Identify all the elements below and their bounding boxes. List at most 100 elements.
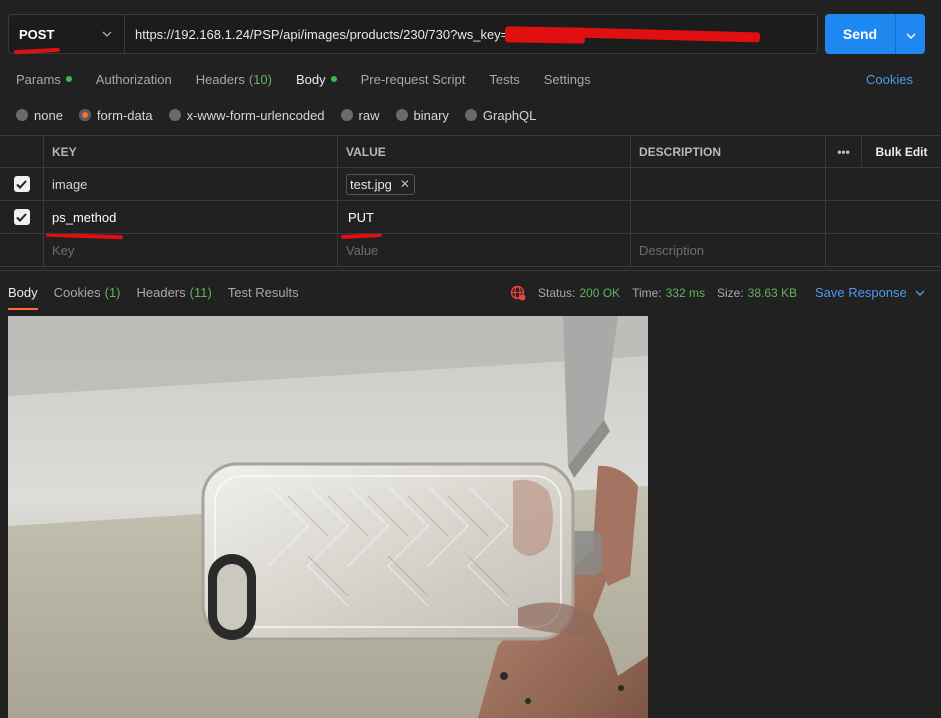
cookies-link[interactable]: Cookies xyxy=(866,72,913,87)
body-type-selector: none form-data x-www-form-urlencoded raw… xyxy=(0,104,552,126)
key-placeholder: Key xyxy=(52,242,75,258)
phone-case-photo xyxy=(8,316,648,718)
url-text: https://192.168.1.24/PSP/api/images/prod… xyxy=(135,26,520,42)
chevron-down-icon xyxy=(915,290,925,296)
radio-urlencoded[interactable]: x-www-form-urlencoded xyxy=(168,107,325,123)
radio-none[interactable]: none xyxy=(16,108,63,123)
radio-form-data-label: form-data xyxy=(96,107,153,123)
description-field[interactable] xyxy=(631,201,826,233)
radio-circle xyxy=(16,109,28,121)
radio-raw[interactable]: raw xyxy=(340,107,380,123)
row-spacer xyxy=(826,201,862,233)
save-response-button[interactable]: Save Response xyxy=(815,285,925,300)
status-value[interactable]: 200 OK xyxy=(579,286,620,300)
value-field[interactable]: test.jpg ✕ xyxy=(338,168,631,200)
method-select[interactable]: POST xyxy=(9,15,125,53)
description-placeholder: Description xyxy=(639,242,705,258)
tab-tests[interactable]: Tests xyxy=(489,72,519,87)
tab-headers-count: (10) xyxy=(248,71,272,87)
checkmark-icon xyxy=(13,209,30,225)
key-field[interactable]: image xyxy=(44,168,338,200)
radio-form-data[interactable]: form-data xyxy=(78,107,153,123)
tab-prerequest-label: Pre-request Script xyxy=(360,71,466,87)
status-label: Status: xyxy=(538,286,576,300)
response-tabs: Body Cookies (1) Headers (11) Test Results xyxy=(8,285,315,310)
resp-tab-headers-count: (11) xyxy=(189,285,212,300)
checkmark-icon xyxy=(13,176,30,192)
radio-circle xyxy=(464,109,477,121)
row-spacer xyxy=(826,234,862,266)
tab-body-label: Body xyxy=(295,71,326,87)
tab-authorization-label: Authorization xyxy=(95,71,172,87)
bulk-edit-label: Bulk Edit xyxy=(875,144,928,159)
response-status-area: Status: 200 OK Time: 332 ms Size: 38.63 … xyxy=(510,285,809,301)
description-field[interactable] xyxy=(631,168,826,200)
send-button[interactable]: Send xyxy=(825,14,895,54)
header-description: DESCRIPTION xyxy=(631,136,826,167)
row-checkbox[interactable] xyxy=(0,201,44,233)
tab-headers-label: Headers xyxy=(195,71,245,87)
send-options-button[interactable] xyxy=(895,14,925,54)
resp-tab-cookies-label: Cookies xyxy=(53,285,101,300)
body-indicator-dot xyxy=(330,76,337,82)
value-input[interactable]: Value xyxy=(338,234,631,266)
url-redaction-annotation xyxy=(504,26,586,44)
resp-tab-headers-label: Headers xyxy=(136,285,186,300)
radio-binary-label: binary xyxy=(413,107,449,123)
key-text: image xyxy=(52,176,88,192)
form-data-table: KEY VALUE DESCRIPTION ••• Bulk Edit imag… xyxy=(0,135,941,267)
chevron-down-icon xyxy=(102,31,112,37)
time-value[interactable]: 332 ms xyxy=(666,286,705,300)
radio-graphql-label: GraphQL xyxy=(482,107,537,123)
tab-params[interactable]: Params xyxy=(16,72,72,87)
tab-tests-label: Tests xyxy=(489,71,520,87)
table-row-empty: Key Value Description xyxy=(0,234,941,267)
radio-circle xyxy=(340,109,353,121)
tab-headers[interactable]: Headers (10) xyxy=(196,72,272,87)
value-text: PUT xyxy=(348,209,374,225)
file-chip: test.jpg ✕ xyxy=(346,173,415,195)
resp-tab-test-results[interactable]: Test Results xyxy=(228,285,299,310)
tab-prerequest-script[interactable]: Pre-request Script xyxy=(361,72,466,87)
send-button-group: Send xyxy=(825,14,925,54)
resp-tab-body[interactable]: Body xyxy=(8,285,38,310)
value-field[interactable]: PUT xyxy=(338,201,631,233)
table-row: ps_method PUT xyxy=(0,201,941,234)
header-key: KEY xyxy=(44,136,338,167)
resp-tab-body-label: Body xyxy=(8,285,38,300)
tab-params-label: Params xyxy=(16,71,61,87)
radio-graphql[interactable]: GraphQL xyxy=(464,107,537,123)
more-dots-icon: ••• xyxy=(837,144,850,159)
tab-body[interactable]: Body xyxy=(296,72,337,87)
globe-error-icon[interactable] xyxy=(510,285,526,301)
radio-urlencoded-label: x-www-form-urlencoded xyxy=(186,107,325,123)
radio-circle-selected xyxy=(78,109,91,121)
table-row: image test.jpg ✕ xyxy=(0,168,941,201)
remove-file-icon[interactable]: ✕ xyxy=(400,177,410,191)
params-indicator-dot xyxy=(65,76,72,82)
resp-tab-cookies[interactable]: Cookies (1) xyxy=(54,285,121,310)
tab-authorization[interactable]: Authorization xyxy=(96,72,172,87)
more-options-button[interactable]: ••• xyxy=(826,136,862,167)
row-checkbox[interactable] xyxy=(0,168,44,200)
key-text: ps_method xyxy=(52,209,117,225)
value-placeholder: Value xyxy=(346,242,379,258)
radio-circle xyxy=(168,109,181,121)
file-name: test.jpg xyxy=(350,176,392,192)
tab-settings[interactable]: Settings xyxy=(544,72,591,87)
radio-circle xyxy=(395,109,408,121)
key-input[interactable]: Key xyxy=(44,234,338,266)
response-image-preview xyxy=(8,316,648,718)
resp-tab-test-results-label: Test Results xyxy=(227,285,299,300)
resp-tab-cookies-count: (1) xyxy=(104,285,121,300)
key-field[interactable]: ps_method xyxy=(44,201,338,233)
description-input[interactable]: Description xyxy=(631,234,826,266)
bulk-edit-button[interactable]: Bulk Edit xyxy=(862,136,941,167)
row-spacer xyxy=(826,168,862,200)
radio-binary[interactable]: binary xyxy=(395,107,449,123)
header-value: VALUE xyxy=(338,136,631,167)
resp-tab-headers[interactable]: Headers (11) xyxy=(137,285,212,310)
radio-raw-label: raw xyxy=(358,107,380,123)
chevron-down-icon xyxy=(906,27,916,42)
size-value[interactable]: 38.63 KB xyxy=(748,286,797,300)
